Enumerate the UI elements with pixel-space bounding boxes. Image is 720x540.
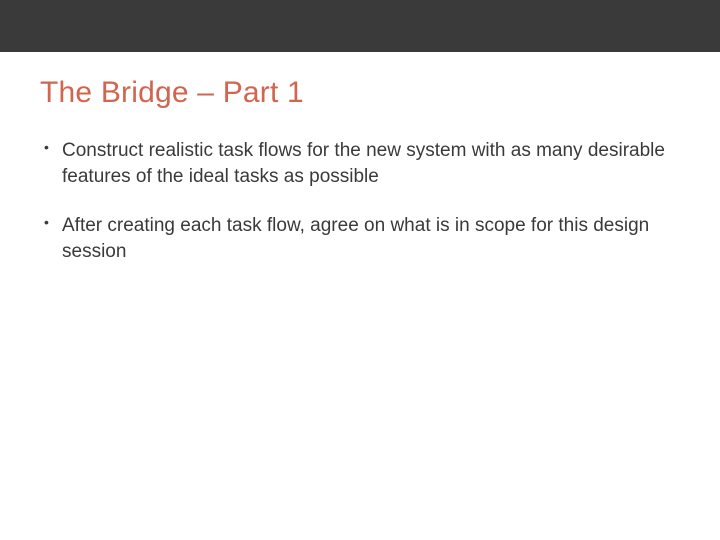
slide-title: The Bridge – Part 1 bbox=[40, 76, 680, 110]
top-bar bbox=[0, 0, 720, 52]
list-item: Construct realistic task flows for the n… bbox=[44, 138, 680, 189]
bullet-list: Construct realistic task flows for the n… bbox=[40, 138, 680, 265]
list-item: After creating each task flow, agree on … bbox=[44, 213, 680, 264]
slide-content: The Bridge – Part 1 Construct realistic … bbox=[0, 52, 720, 265]
